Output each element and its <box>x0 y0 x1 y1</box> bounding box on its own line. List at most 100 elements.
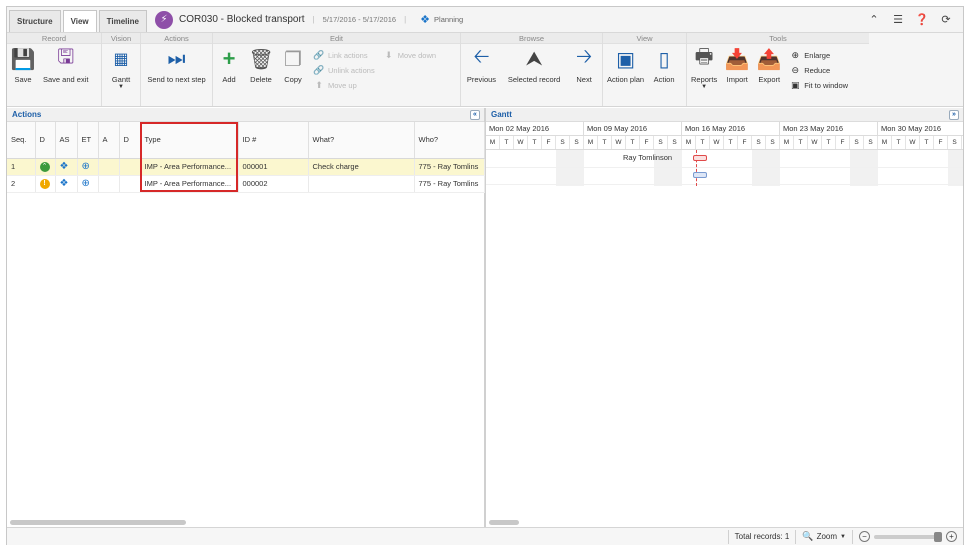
gantt-day-label: M <box>682 136 696 149</box>
toolbar: Record 💾 Save 🖫 Save and exit Vision ▦ G… <box>7 33 963 107</box>
reduce-label: Reduce <box>804 66 831 75</box>
cell-type: IMP - Area Performance... <box>140 175 239 193</box>
column-header-seq[interactable]: Seq. <box>7 122 36 159</box>
zoom-search-icon: 🔍 <box>802 531 814 541</box>
copy-button[interactable]: ❐ Copy <box>277 47 309 94</box>
gantt-row-divider <box>486 184 963 185</box>
column-header-who[interactable]: Who? <box>414 122 485 159</box>
gantt-weekend-shade <box>556 150 584 186</box>
reports-button[interactable]: 🖶 Reports ▼ <box>687 46 721 94</box>
table-header-row: Seq. D AS ET A D Type ID # What? Who? <box>7 122 485 159</box>
trash-icon: 🗑 <box>248 48 274 71</box>
save-button[interactable]: 💾 Save <box>7 47 39 85</box>
link-actions-button[interactable]: 🔗 Link actions <box>313 50 375 61</box>
import-label: Import <box>726 75 748 84</box>
gantt-icon: ▦ <box>113 51 129 68</box>
move-up-button[interactable]: ⬆ Move up <box>313 80 375 91</box>
gantt-day-label: S <box>948 136 962 149</box>
gantt-button[interactable]: ▦ Gantt ▼ <box>105 47 137 90</box>
help-icon[interactable]: ❓ <box>915 13 929 26</box>
collapse-right-icon[interactable]: » <box>949 110 959 120</box>
column-header-type[interactable]: Type <box>140 122 239 159</box>
collapse-up-icon[interactable]: ⌃ <box>867 13 881 26</box>
refresh-icon[interactable]: ⟳ <box>939 13 953 26</box>
list-icon[interactable]: ☰ <box>891 13 905 26</box>
gantt-bar-action-1[interactable] <box>693 155 707 161</box>
gantt-day-label: T <box>794 136 808 149</box>
gantt-day-label: M <box>878 136 892 149</box>
action-label: Action <box>653 75 675 84</box>
gantt-week-header: Mon 02 May 2016 Mon 09 May 2016 Mon 16 May… <box>486 122 963 136</box>
cell-who: 775 - Ray Tomlins <box>414 158 485 176</box>
save-label: Save <box>14 75 32 84</box>
group-title: Edit <box>213 33 460 44</box>
action-button[interactable]: ▯ Action <box>648 47 680 85</box>
action-plan-button[interactable]: ▣ Action plan <box>603 47 648 85</box>
zoom-menu[interactable]: Zoom <box>817 532 837 541</box>
zoom-out-button[interactable]: − <box>859 531 870 542</box>
cell-a <box>98 158 120 176</box>
zoom-out-icon: ⊖ <box>791 65 800 75</box>
next-button[interactable]: 🡢 Next <box>568 46 600 84</box>
zoom-slider-handle[interactable] <box>934 531 942 542</box>
cell-who: 775 - Ray Tomlins <box>414 175 485 193</box>
reduce-button[interactable]: ⊖ Reduce <box>789 65 848 76</box>
edit-small-actions-2: ⬇ Move down <box>379 47 440 94</box>
zoom-in-button[interactable]: + <box>946 531 957 542</box>
import-button[interactable]: 📥 Import <box>721 47 753 94</box>
column-header-id[interactable]: ID # <box>238 122 309 159</box>
column-header-d2[interactable]: D <box>119 122 141 159</box>
date-range: 5/17/2016 - 5/17/2016 <box>322 15 397 24</box>
unlink-actions-button[interactable]: 🔗 Unlink actions <box>313 65 374 76</box>
gantt-day-label: S <box>766 136 780 149</box>
gantt-day-label: S <box>570 136 584 149</box>
cell-deadline: ⌃ <box>35 158 56 176</box>
tab-structure[interactable]: Structure <box>9 9 61 32</box>
gantt-bar-action-2[interactable] <box>693 172 707 178</box>
copy-icon: ❐ <box>284 48 302 71</box>
table-row[interactable]: 2 ! ❖ ⊕ IMP - Area Performance... 000002… <box>7 175 485 193</box>
column-header-what[interactable]: What? <box>308 122 415 159</box>
send-to-next-step-button[interactable]: ⏭ Send to next step <box>143 47 209 85</box>
gantt-day-label: W <box>906 136 920 149</box>
add-button[interactable]: + Add <box>213 46 245 94</box>
gantt-day-label: M <box>486 136 500 149</box>
gantt-day-label: F <box>934 136 948 149</box>
application-window: Structure View Timeline ⚡ COR030 - Block… <box>6 6 964 545</box>
gantt-panel-header: Gantt » <box>486 108 963 122</box>
group-title: Actions <box>141 33 212 44</box>
previous-button[interactable]: 🡠 Previous <box>463 46 500 84</box>
delete-button[interactable]: 🗑 Delete <box>245 47 277 94</box>
cell-what: Check charge <box>308 158 415 176</box>
column-header-d[interactable]: D <box>35 122 56 159</box>
tab-timeline[interactable]: Timeline <box>98 9 147 32</box>
column-header-a[interactable]: A <box>98 122 120 159</box>
next-step-icon: ⏭ <box>167 47 186 70</box>
tab-view[interactable]: View <box>62 9 97 32</box>
gantt-weekend-shade <box>948 150 963 186</box>
collapse-left-icon[interactable]: « <box>470 110 480 120</box>
link-icon: 🔗 <box>313 50 325 60</box>
enlarge-button[interactable]: ⊕ Enlarge <box>789 50 848 61</box>
move-up-label: Move up <box>328 81 357 90</box>
cell-id: 000002 <box>238 175 309 193</box>
move-down-button[interactable]: ⬇ Move down <box>383 50 436 61</box>
dropdown-arrow-icon[interactable]: ▼ <box>840 534 846 540</box>
save-and-exit-button[interactable]: 🖫 Save and exit <box>39 46 92 84</box>
table-row[interactable]: 1 ⌃ ❖ ⊕ IMP - Area Performance... 000001… <box>7 158 485 176</box>
gantt-row-divider <box>486 167 963 168</box>
column-header-as[interactable]: AS <box>55 122 78 159</box>
gantt-day-label: S <box>752 136 766 149</box>
column-header-et[interactable]: ET <box>77 122 99 159</box>
title-separator: | <box>404 15 407 24</box>
selected-record-button[interactable]: ⮝ Selected record <box>504 47 565 85</box>
actions-horizontal-scrollbar[interactable] <box>10 520 186 525</box>
window-controls: ⌃ ☰ ❓ ⟳ <box>867 13 953 26</box>
action-plan-view-icon: ▣ <box>616 48 635 71</box>
fit-to-window-button[interactable]: ▣ Fit to window <box>789 80 848 91</box>
gantt-body: Ray Tomlinson <box>486 150 963 450</box>
gantt-chart: Mon 02 May 2016 Mon 09 May 2016 Mon 16 May… <box>486 122 963 527</box>
zoom-slider[interactable] <box>874 531 942 542</box>
export-button[interactable]: 📤 Export <box>753 47 785 94</box>
gantt-horizontal-scrollbar[interactable] <box>489 520 519 525</box>
